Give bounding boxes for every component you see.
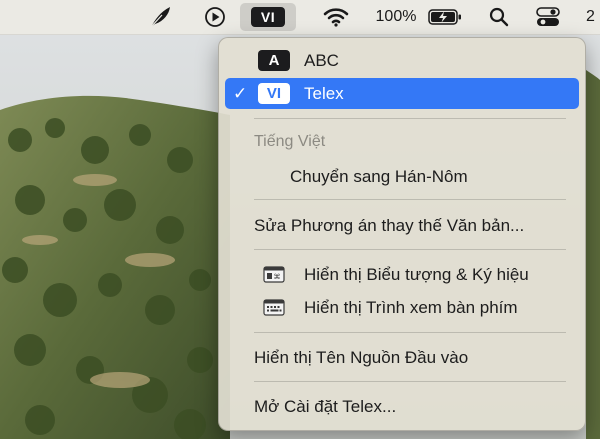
menu-item-convert-han-nom[interactable]: Chuyển sang Hán-Nôm [225, 161, 579, 192]
clock[interactable]: 2 [586, 0, 600, 34]
menu-item-label: ABC [304, 50, 339, 70]
menu-item-edit-text-substitutions[interactable]: Sửa Phương án thay thế Văn bản... [225, 210, 579, 241]
menu-item-show-keyboard-viewer[interactable]: Hiển thị Trình xem bàn phím [225, 292, 579, 323]
menu-separator [254, 332, 566, 333]
menu-item-show-input-source-name[interactable]: Hiển thị Tên Nguồn Đầu vào [225, 342, 579, 373]
menu-bar: VI 100% 2 [0, 0, 600, 35]
battery-charging-icon[interactable] [424, 0, 466, 34]
input-source-dropdown: A ABC ✓ VI Telex Tiếng Việt Chuyển sang … [218, 37, 586, 431]
abc-source-badge: A [258, 50, 290, 71]
menu-item-label: Chuyển sang Hán-Nôm [290, 166, 468, 186]
character-viewer-icon: ⌘ [263, 266, 285, 283]
menu-item-label: Hiển thị Tên Nguồn Đầu vào [254, 347, 469, 367]
menu-item-label: Hiển thị Biểu tượng & Ký hiệu [304, 264, 529, 284]
input-badge: VI [251, 7, 285, 27]
menu-item-open-telex-settings[interactable]: Mở Cài đặt Telex... [225, 391, 579, 422]
input-source-menu-button[interactable]: VI [240, 3, 296, 31]
play-circle-icon[interactable] [198, 0, 232, 34]
menu-item-label: Hiển thị Trình xem bàn phím [304, 297, 518, 317]
menu-item-show-emoji-symbols[interactable]: ⌘ Hiển thị Biểu tượng & Ký hiệu [225, 259, 579, 290]
search-icon[interactable] [484, 0, 514, 34]
vi-source-badge: VI [258, 83, 290, 104]
menu-separator [254, 118, 566, 119]
checkmark-icon: ✓ [233, 83, 248, 103]
menu-item-telex[interactable]: ✓ VI Telex [225, 78, 579, 109]
menu-item-label: Sửa Phương án thay thế Văn bản... [254, 215, 525, 235]
feather-icon[interactable] [143, 0, 177, 34]
section-header-tieng-viet: Tiếng Việt [254, 133, 326, 150]
menu-separator [254, 249, 566, 250]
control-center-icon[interactable] [530, 0, 566, 34]
menu-separator [254, 199, 566, 200]
menu-item-label: Telex [304, 83, 344, 103]
menu-separator [254, 381, 566, 382]
wifi-icon[interactable] [318, 0, 354, 34]
svg-text:⌘: ⌘ [274, 273, 281, 281]
keyboard-viewer-icon [263, 299, 285, 316]
menu-item-label: Mở Cài đặt Telex... [254, 396, 397, 416]
battery-percentage: 100% [375, 8, 417, 25]
menu-item-abc[interactable]: A ABC [225, 45, 579, 76]
